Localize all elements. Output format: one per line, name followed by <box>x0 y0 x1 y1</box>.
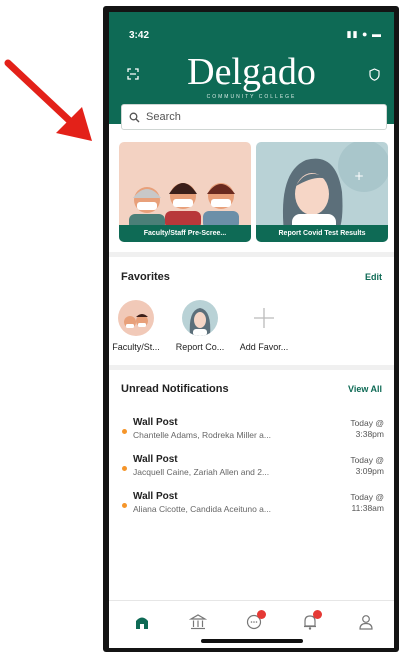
college-logo: Delgado <box>187 51 316 93</box>
card-label: Faculty/Staff Pre-Scree... <box>119 225 251 242</box>
shield-icon[interactable] <box>369 68 380 81</box>
notification-badge <box>257 610 266 619</box>
app-screen: 3:42 ▮▮ ● ▬ Delgado COMMUNITY COLLEGE Se… <box>109 12 394 648</box>
notification-time: Today @ 3:09pm <box>350 455 384 477</box>
view-all-notifications-link[interactable]: View All <box>348 384 382 394</box>
notification-summary: Chantelle Adams, Rodreka Miller a... <box>133 430 271 440</box>
notification-heading: Wall Post <box>133 491 178 502</box>
notification-heading: Wall Post <box>133 454 178 465</box>
tab-institution[interactable] <box>188 613 208 631</box>
favorite-faculty-staff[interactable]: Faculty/St... <box>109 300 167 352</box>
add-favorite-button[interactable]: Add Favor... <box>233 300 295 352</box>
notification-summary: Aliana Cicotte, Candida Aceituno a... <box>133 504 271 514</box>
notification-time-day: Today @ <box>350 492 384 502</box>
plus-icon <box>246 300 282 336</box>
profile-icon <box>359 615 373 630</box>
unread-dot-icon <box>122 429 127 434</box>
unread-dot-icon <box>122 503 127 508</box>
notification-item[interactable]: Wall Post Jacquell Caine, Zariah Allen a… <box>109 454 394 490</box>
notification-heading: Wall Post <box>133 417 178 428</box>
search-input[interactable]: Search <box>121 104 387 130</box>
notification-time-clock: 3:09pm <box>355 466 384 476</box>
notification-time: Today @ 11:38am <box>350 492 384 514</box>
notification-time-clock: 3:38pm <box>355 429 384 439</box>
section-divider <box>109 365 394 370</box>
svg-text:+: + <box>354 169 364 183</box>
notification-time-clock: 11:38am <box>351 503 384 513</box>
home-indicator <box>201 639 303 643</box>
tab-profile[interactable] <box>357 613 375 631</box>
status-icons: ▮▮ ● ▬ <box>346 29 382 39</box>
notification-item[interactable]: Wall Post Aliana Cicotte, Candida Aceitu… <box>109 491 394 527</box>
favorite-label: Report Co... <box>175 342 225 352</box>
notification-summary: Jacquell Caine, Zariah Allen and 2... <box>133 467 270 477</box>
notification-time: Today @ 3:38pm <box>350 418 384 440</box>
notifications-title: Unread Notifications <box>121 383 229 395</box>
card-label: Report Covid Test Results <box>256 225 388 242</box>
institution-icon <box>188 614 208 630</box>
tab-home[interactable] <box>133 613 151 631</box>
unread-dot-icon <box>122 466 127 471</box>
favorites-title: Favorites <box>121 271 170 283</box>
home-icon <box>136 617 148 629</box>
tab-chat[interactable] <box>245 610 266 631</box>
notification-badge <box>313 610 322 619</box>
notification-item[interactable]: Wall Post Chantelle Adams, Rodreka Mille… <box>109 417 394 453</box>
status-time: 3:42 <box>129 30 150 41</box>
card-faculty-pre-screening[interactable]: Faculty/Staff Pre-Scree... <box>119 142 251 242</box>
tab-notifications[interactable] <box>301 610 322 631</box>
red-arrow-annotation <box>4 59 92 141</box>
section-divider <box>109 252 394 257</box>
report-avatar-icon <box>182 300 218 336</box>
phone-frame: 3:42 ▮▮ ● ▬ Delgado COMMUNITY COLLEGE Se… <box>103 6 399 652</box>
card-report-covid-results[interactable]: + Report Covid Test Results <box>256 142 388 242</box>
favorite-label: Faculty/St... <box>112 342 160 352</box>
notification-time-day: Today @ <box>350 455 384 465</box>
search-icon <box>129 112 140 123</box>
favorite-report-covid[interactable]: Report Co... <box>169 300 231 352</box>
edit-favorites-link[interactable]: Edit <box>365 272 382 282</box>
favorite-label: Add Favor... <box>239 342 289 352</box>
college-logo-subtitle: COMMUNITY COLLEGE <box>206 94 297 100</box>
notification-time-day: Today @ <box>350 418 384 428</box>
search-placeholder: Search <box>146 111 181 123</box>
faculty-avatar-icon <box>118 300 154 336</box>
